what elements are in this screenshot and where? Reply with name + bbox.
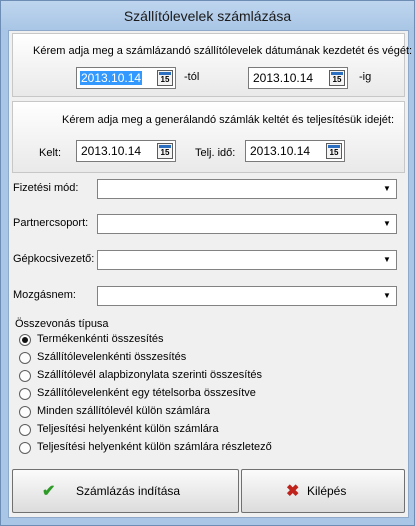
fulfilment-date-label: Telj. idő: — [195, 147, 236, 159]
window-frame: Kérem adja meg a számlázandó szállítólev… — [0, 30, 415, 526]
exit-label: Kilépés — [307, 484, 347, 498]
radio-button[interactable] — [19, 406, 31, 418]
delivery-to-date-value: 2013.10.14 — [253, 71, 314, 85]
grouping-option-label: Szállítólevelenkénti összesítés — [37, 351, 187, 363]
delivery-to-suffix: -ig — [359, 71, 372, 83]
delivery-to-date-field[interactable]: 2013.10.14 15 — [248, 67, 348, 89]
exit-button[interactable]: ✖ Kilépés — [241, 469, 405, 513]
delivery-from-date-field[interactable]: 2013.10.14 15 — [76, 67, 176, 89]
chevron-down-icon[interactable]: ▼ — [379, 288, 395, 304]
movement-type-label: Mozgásnem: — [13, 289, 76, 301]
calendar-icon[interactable]: 15 — [157, 70, 173, 86]
radio-button[interactable] — [19, 352, 31, 364]
radio-button[interactable] — [19, 442, 31, 454]
grouping-type-title: Összevonás típusa — [15, 318, 109, 330]
chevron-down-icon[interactable]: ▼ — [379, 252, 395, 268]
partner-group-label: Partnercsoport: — [13, 217, 89, 229]
grouping-option-label: Teljesítési helyenként külön számlára ré… — [37, 441, 272, 453]
calendar-icon[interactable]: 15 — [157, 143, 173, 159]
dialog-client-area: Kérem adja meg a számlázandó szállítólev… — [8, 30, 412, 518]
grouping-option-label: Teljesítési helyenként külön számlára — [37, 423, 219, 435]
issue-date-label: Kelt: — [39, 147, 62, 159]
payment-method-label: Fizetési mód: — [13, 182, 79, 194]
invoice-dates-panel: Kérem adja meg a generálandó számlák kel… — [12, 101, 405, 173]
close-icon: ✖ — [286, 483, 300, 500]
delivery-date-range-prompt: Kérem adja meg a számlázandó szállítólev… — [33, 45, 413, 57]
grouping-option-label: Szállítólevelenként egy tételsorba össze… — [37, 387, 256, 399]
chevron-down-icon[interactable]: ▼ — [379, 181, 395, 197]
calendar-icon[interactable]: 15 — [329, 70, 345, 86]
grouping-option-label: Termékenkénti összesítés — [37, 333, 164, 345]
grouping-option-label: Szállítólevél alapbizonylata szerinti ös… — [37, 369, 263, 381]
delivery-date-range-panel: Kérem adja meg a számlázandó szállítólev… — [12, 33, 412, 97]
start-invoicing-button[interactable]: ✔ Számlázás indítása — [12, 469, 239, 513]
fulfilment-date-value: 2013.10.14 — [250, 144, 311, 158]
grouping-type-group: Összevonás típusa Termékenkénti összesít… — [12, 315, 405, 461]
window-title: Szállítólevelek számlázása — [0, 0, 415, 30]
delivery-from-suffix: -tól — [184, 71, 200, 83]
calendar-icon[interactable]: 15 — [326, 143, 342, 159]
driver-select[interactable]: ▼ — [97, 250, 397, 270]
payment-method-select[interactable]: ▼ — [97, 179, 397, 199]
radio-button[interactable] — [19, 388, 31, 400]
radio-button[interactable] — [19, 424, 31, 436]
grouping-option-label: Minden szállítólevél külön számlára — [37, 405, 211, 417]
partner-group-select[interactable]: ▼ — [97, 214, 397, 234]
chevron-down-icon[interactable]: ▼ — [379, 216, 395, 232]
checkmark-icon: ✔ — [42, 483, 56, 500]
issue-date-value: 2013.10.14 — [81, 144, 142, 158]
movement-type-select[interactable]: ▼ — [97, 286, 397, 306]
driver-label: Gépkocsivezető: — [13, 253, 95, 265]
fulfilment-date-field[interactable]: 2013.10.14 15 — [245, 140, 345, 162]
start-invoicing-label: Számlázás indítása — [76, 484, 181, 498]
delivery-from-date-value: 2013.10.14 — [80, 71, 143, 85]
radio-button[interactable] — [19, 334, 31, 346]
radio-button[interactable] — [19, 370, 31, 382]
invoice-dates-prompt: Kérem adja meg a generálandó számlák kel… — [62, 114, 395, 126]
issue-date-field[interactable]: 2013.10.14 15 — [76, 140, 176, 162]
